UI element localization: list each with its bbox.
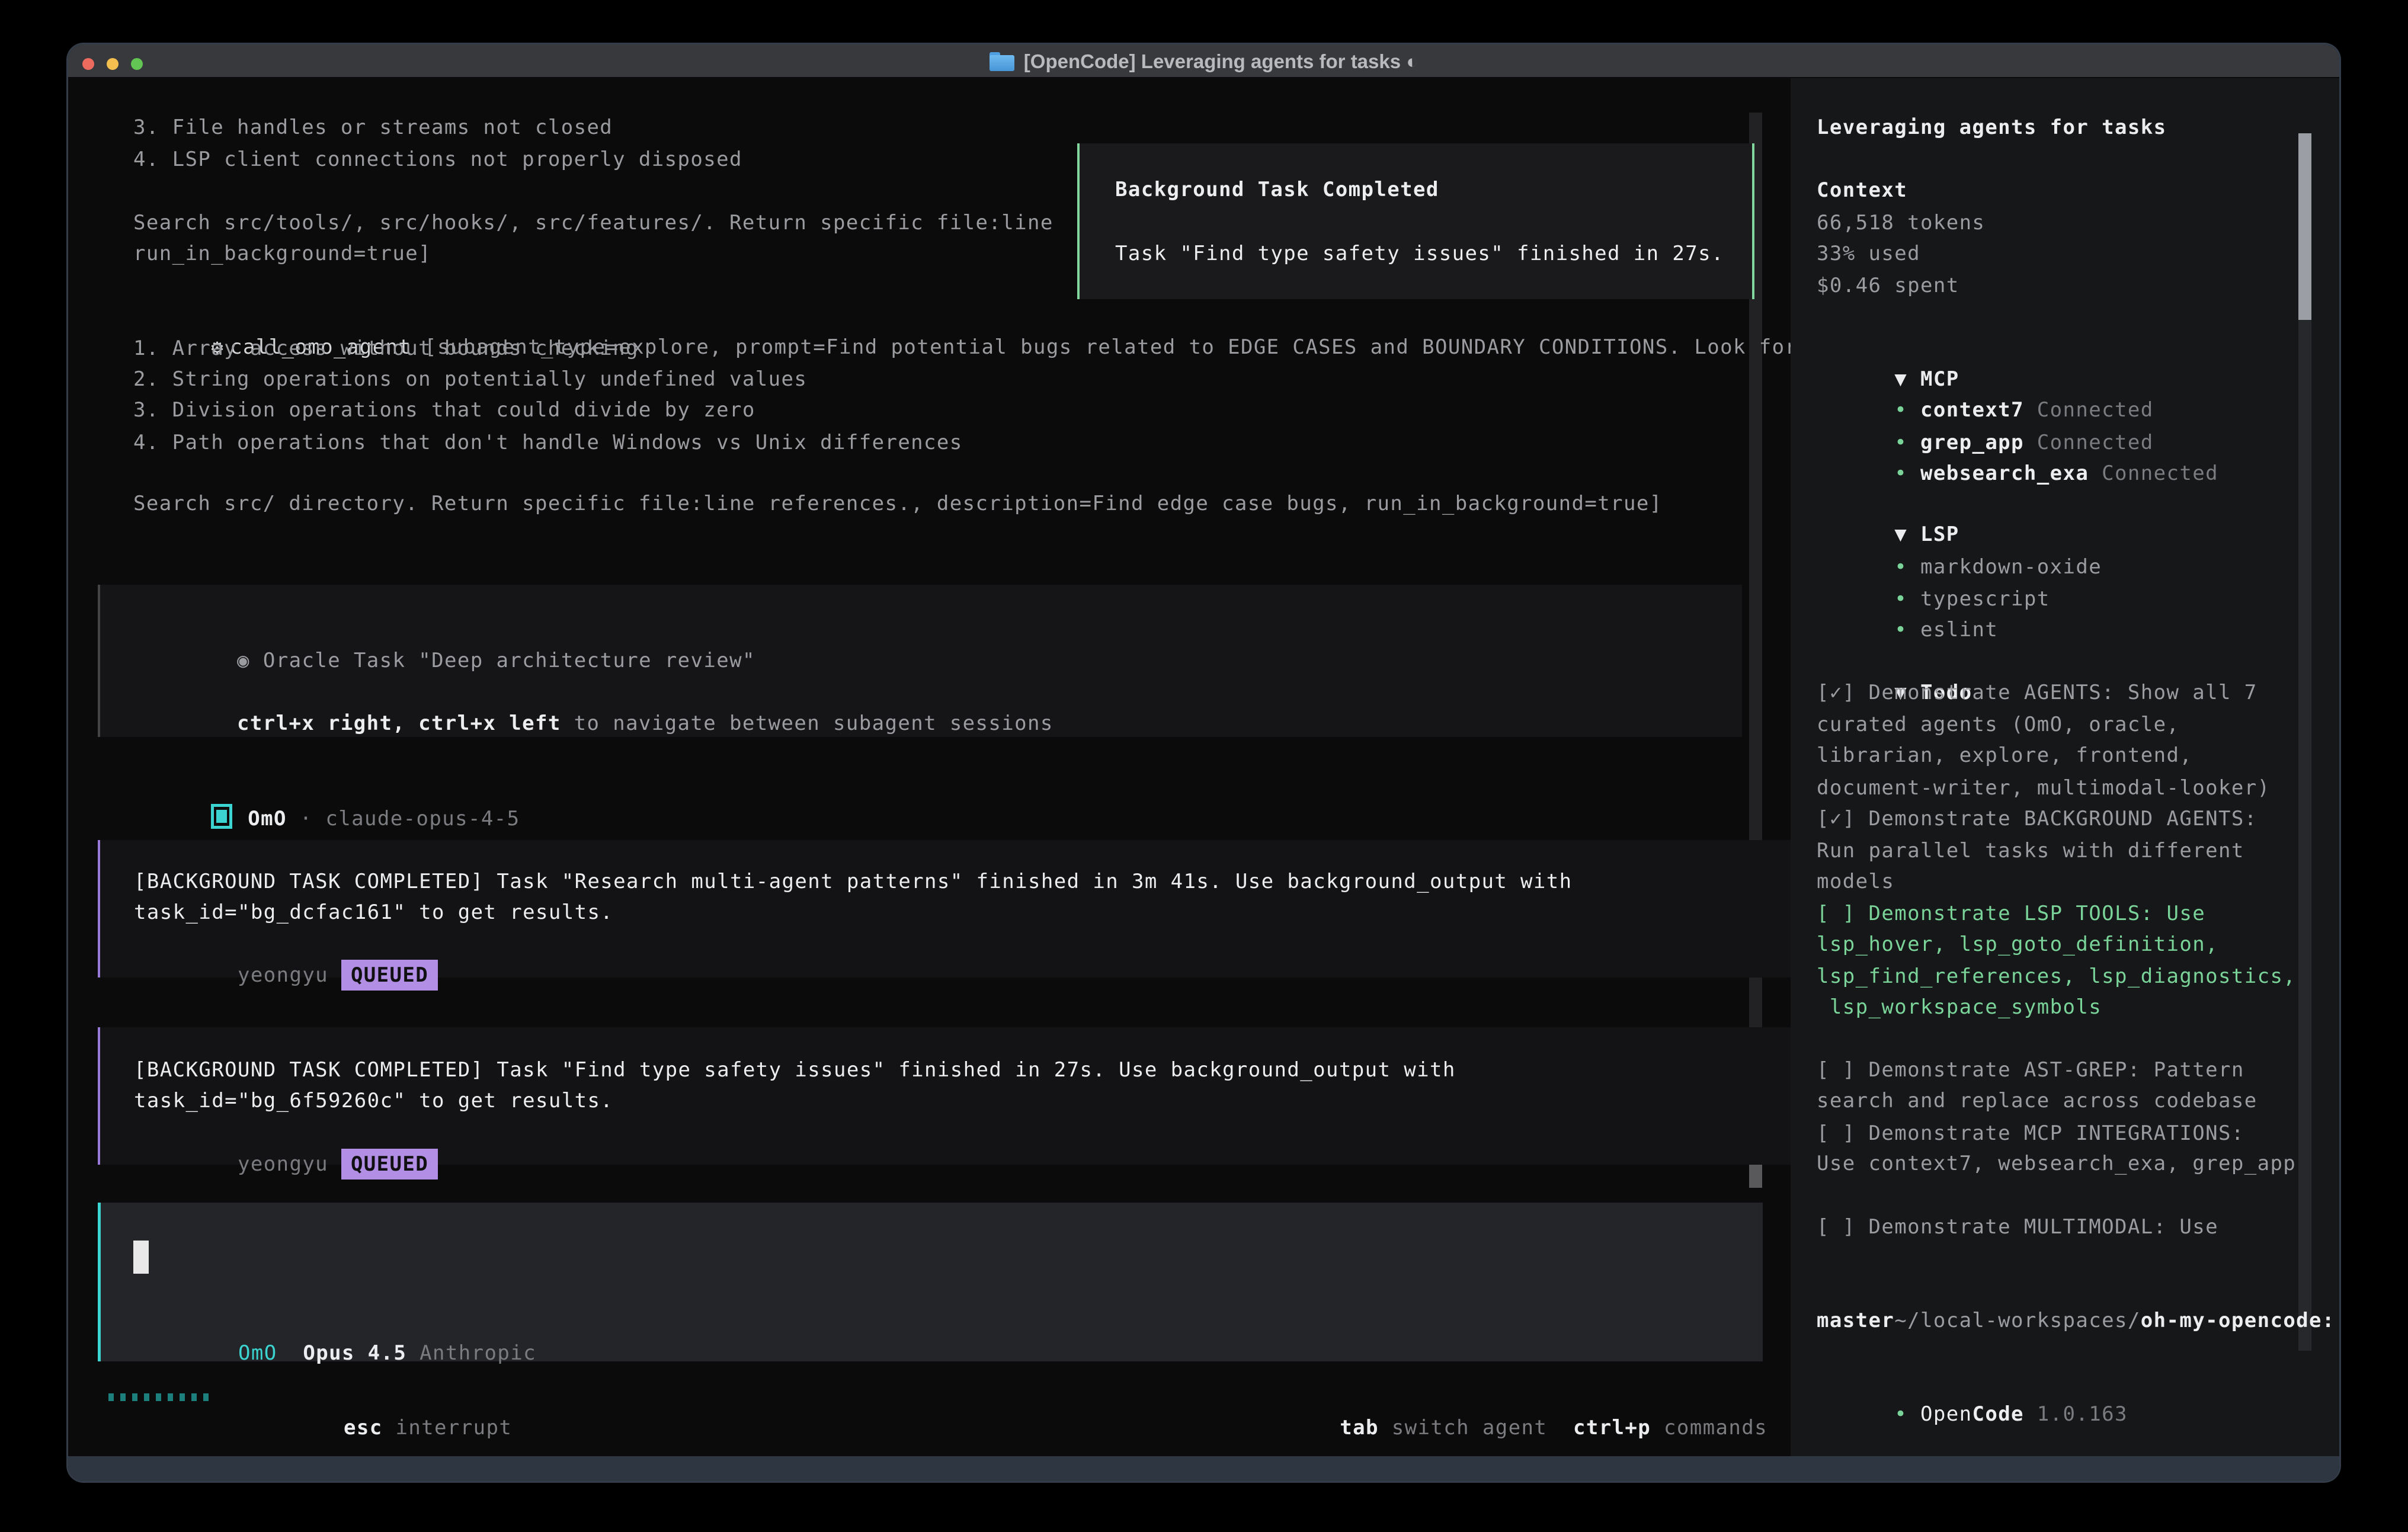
sidebar-scrollbar-track[interactable]: [2298, 133, 2311, 1351]
input-model: Opus 4.5: [303, 1341, 406, 1365]
todo-line: [ ] Demonstrate AST-GREP: Pattern: [1817, 1055, 2244, 1085]
background-task-message: [BACKGROUND TASK COMPLETED] Task "Find t…: [98, 1027, 1807, 1165]
window-bottom-frame: [68, 1456, 2339, 1481]
todo-line: librarian, explore, frontend,: [1817, 740, 2192, 771]
workspace-path: ~/local-workspaces/oh-my-opencode:: [1817, 1274, 2335, 1305]
input-provider: Anthropic: [420, 1341, 536, 1365]
todo-line: [ ] Demonstrate MCP INTEGRATIONS:: [1817, 1118, 2244, 1149]
text-cursor: [133, 1241, 149, 1274]
tool-item: 4. Path operations that don't handle Win…: [133, 427, 963, 458]
esc-hint: esc interrupt: [240, 1382, 512, 1412]
oracle-title-line: ◉Oracle Task "Deep architecture review": [133, 614, 755, 645]
task-line2: task_id="bg_6f59260c" to get results.: [134, 1085, 613, 1116]
todo-line: search and replace across codebase: [1817, 1085, 2258, 1116]
queued-badge: QUEUED: [341, 1149, 438, 1180]
scrollback-line: run_in_background=true]: [133, 238, 431, 269]
todo-line: [ ] Demonstrate MULTIMODAL: Use: [1817, 1212, 2218, 1242]
activity-spinner: [108, 1382, 209, 1412]
status-dot-icon: •: [1894, 461, 1907, 485]
terminal-content: 3. File handles or streams not closed 4.…: [68, 78, 2339, 1456]
session-title: Leveraging agents for tasks: [1817, 112, 2166, 143]
task-line2: task_id="bg_dcfac161" to get results.: [134, 897, 613, 928]
input-model-line: OmO Opus 4.5 Anthropic: [135, 1307, 536, 1338]
queued-badge: QUEUED: [341, 960, 438, 991]
context-heading: Context: [1817, 175, 1907, 206]
lsp-section-header[interactable]: ▼ LSP: [1817, 488, 1959, 519]
status-dot-icon: •: [1894, 1402, 1907, 1426]
tool-item: 1. Array access without bounds checking: [133, 333, 639, 364]
task-line1: [BACKGROUND TASK COMPLETED] Task "Resear…: [134, 866, 1573, 897]
task-user: yeongyu: [238, 1152, 341, 1176]
todo-line-active: lsp_find_references, lsp_diagnostics,: [1817, 961, 2296, 992]
background-task-message: [BACKGROUND TASK COMPLETED] Task "Resear…: [98, 840, 1807, 977]
todo-line: document-writer, multimodal-looker): [1817, 773, 2270, 803]
status-bar: esc interrupt tab switch agent ctrl+p co…: [108, 1382, 1767, 1412]
mcp-item: • context7 Connected: [1817, 364, 2154, 395]
tool-item: 3. Division operations that could divide…: [133, 395, 755, 425]
task-meta: yeongyu QUEUED: [134, 1118, 438, 1149]
todo-line-active: lsp_hover, lsp_goto_definition,: [1817, 929, 2218, 960]
agent-header: OmO · claude-opus-4-5: [133, 773, 520, 803]
todo-line-active: [ ] Demonstrate LSP TOOLS: Use: [1817, 898, 2205, 929]
todo-line-active: lsp_workspace_symbols: [1817, 992, 2102, 1023]
sidebar-scrollbar-thumb[interactable]: [2298, 133, 2311, 320]
oracle-task-panel: ◉Oracle Task "Deep architecture review" …: [98, 585, 1742, 737]
todo-line: [✓] Demonstrate AGENTS: Show all 7: [1817, 677, 2258, 708]
scrollback-line: Search src/tools/, src/hooks/, src/featu…: [133, 207, 1054, 238]
context-spent: $0.46 spent: [1817, 270, 1959, 301]
task-meta: yeongyu QUEUED: [134, 929, 438, 960]
mcp-item: • websearch_exa Connected: [1817, 427, 2218, 458]
oracle-title: Oracle Task "Deep architecture review": [263, 649, 755, 672]
version-line: • OpenCode 1.0.163: [1817, 1368, 2128, 1399]
scrollback-line: 3. File handles or streams not closed: [133, 112, 613, 143]
agent-name: OmO: [248, 807, 287, 831]
toast-title: Background Task Completed: [1115, 174, 1439, 205]
tool-item: 2. String operations on potentially unde…: [133, 364, 807, 395]
status-dot-icon: •: [1894, 618, 1907, 642]
mcp-section-header[interactable]: ▼ MCP: [1817, 333, 1959, 364]
todo-line: Run parallel tasks with different: [1817, 835, 2244, 866]
scrollback-line: 4. LSP client connections not properly d…: [133, 144, 742, 175]
lsp-item: • markdown-oxide: [1817, 521, 2102, 552]
todo-line: curated agents (OmO, oracle,: [1817, 709, 2179, 740]
agent-model: · claude-opus-4-5: [287, 807, 520, 831]
workspace-branch: master: [1817, 1305, 1894, 1336]
opencode-window: [OpenCode] Leveraging agents for tasks ◐…: [68, 44, 2339, 1481]
oracle-shortcut: ctrl+x right, ctrl+x left: [237, 711, 561, 735]
input-agent: OmO: [238, 1341, 277, 1365]
oracle-hint: to navigate between subagent sessions: [561, 711, 1054, 735]
toast-body: Task "Find type safety issues" finished …: [1115, 238, 1724, 269]
window-title: [OpenCode] Leveraging agents for tasks ◐: [1024, 50, 1418, 73]
lsp-item: • eslint: [1817, 584, 1998, 614]
tool-call-line: ⚙call_omo_agent [subagent_type=explore, …: [133, 301, 1798, 332]
context-used: 33% used: [1817, 238, 1920, 269]
todo-section-header[interactable]: ▼ Todo: [1817, 646, 1972, 677]
window-titlebar[interactable]: [OpenCode] Leveraging agents for tasks ◐: [68, 44, 2339, 78]
folder-icon: [990, 52, 1014, 71]
oracle-icon: ◉: [237, 649, 250, 672]
message-input[interactable]: OmO Opus 4.5 Anthropic: [98, 1203, 1763, 1361]
todo-line: Use context7, websearch_exa, grep_app: [1817, 1148, 2296, 1179]
todo-line: models: [1817, 866, 1894, 897]
todo-line: [✓] Demonstrate BACKGROUND AGENTS:: [1817, 803, 2258, 834]
agent-icon: [211, 804, 232, 829]
task-line1: [BACKGROUND TASK COMPLETED] Task "Find t…: [134, 1055, 1456, 1085]
keyboard-hints: tab switch agent ctrl+p commands: [1236, 1382, 1767, 1412]
mcp-item: • grep_app Connected: [1817, 396, 2154, 427]
lsp-item: • typescript: [1817, 553, 2050, 584]
task-user: yeongyu: [238, 963, 341, 987]
background-task-toast: Background Task Completed Task "Find typ…: [1077, 143, 1754, 299]
context-tokens: 66,518 tokens: [1817, 207, 1985, 238]
tool-footer: Search src/ directory. Return specific f…: [133, 488, 1663, 519]
oracle-hint-line: ctrl+x right, ctrl+x left to navigate be…: [133, 677, 1054, 708]
